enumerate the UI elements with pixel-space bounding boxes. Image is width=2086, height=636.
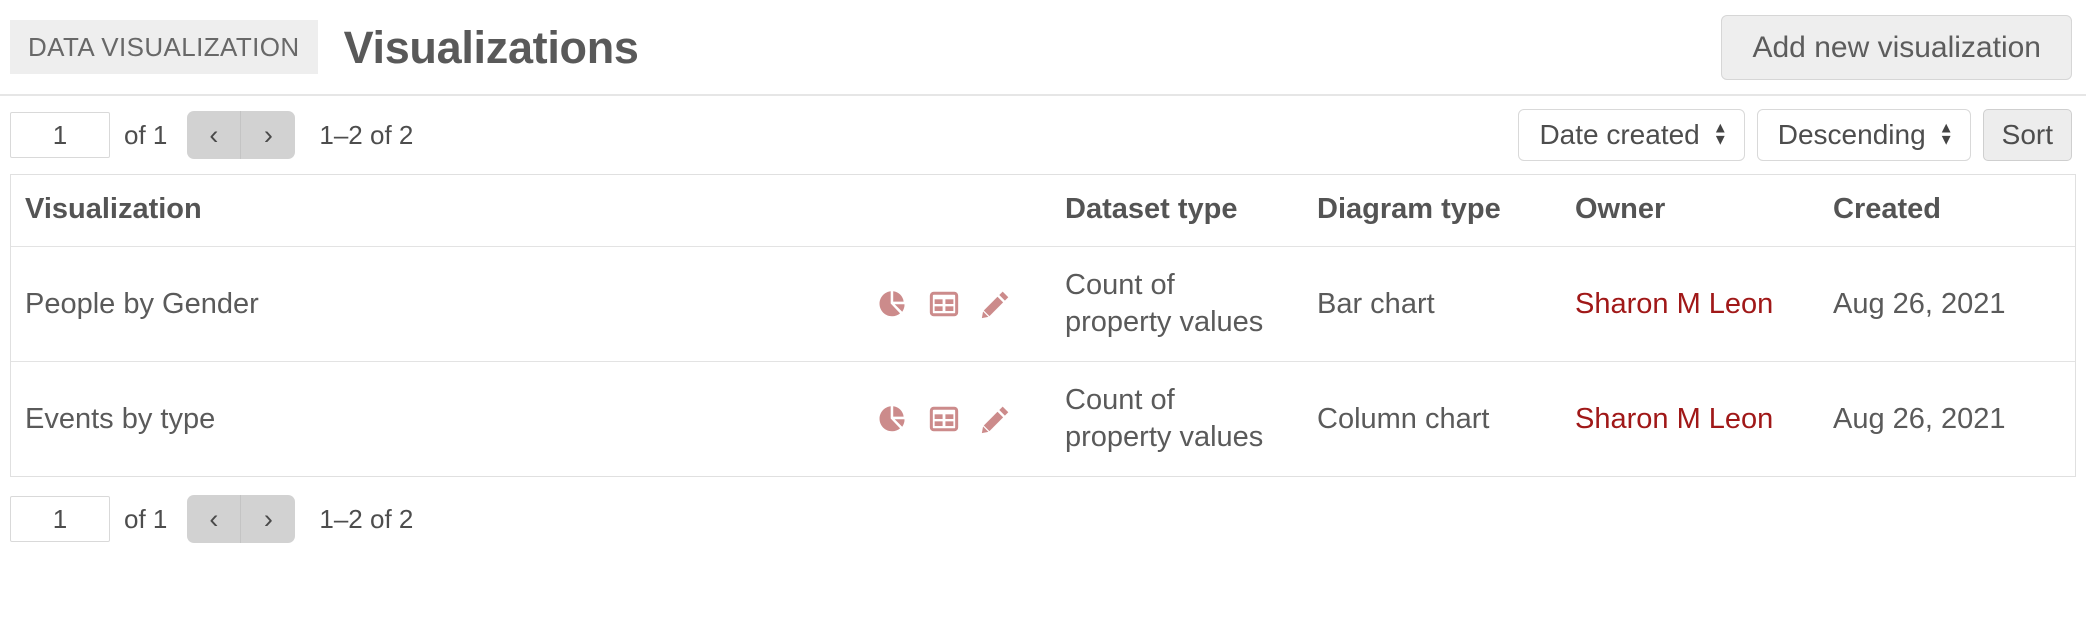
cell-owner: Sharon M Leon xyxy=(1561,362,1819,477)
cell-diagram-type: Column chart xyxy=(1317,402,1490,435)
sort-by-value: Date created xyxy=(1539,119,1700,150)
sorting-controls: Date created ▲ ▼ Descending ▲ ▼ Sort xyxy=(1518,109,2072,161)
page-count-label-bottom: of 1 xyxy=(124,503,168,534)
sort-direction-value: Descending xyxy=(1777,119,1926,150)
dataset-type-value: Count of property values xyxy=(1065,269,1264,339)
page-range-label-top: 1–2 of 2 xyxy=(319,119,414,150)
list-controls-top: of 1 ‹ › 1–2 of 2 Date created ▲▼ Descen… xyxy=(0,96,2086,174)
row-actions xyxy=(875,402,1013,436)
pagination-top: of 1 ‹ › 1–2 of 2 xyxy=(10,111,413,159)
add-new-visualization-button[interactable]: Add new visualization xyxy=(1721,14,2072,80)
visualizations-table: Visualization Dataset type Diagram type … xyxy=(11,175,2075,476)
visualization-name-link[interactable]: Events by type xyxy=(25,403,215,436)
next-page-button-top[interactable]: › xyxy=(241,111,296,159)
pie-chart-icon[interactable] xyxy=(875,287,909,321)
cell-dataset-type: Count of property values xyxy=(1051,362,1303,477)
column-header-diagram-type: Diagram type xyxy=(1303,175,1561,247)
table-head: Visualization Dataset type Diagram type … xyxy=(11,175,2075,247)
page-number-input-bottom[interactable] xyxy=(10,496,110,543)
column-header-dataset-type: Dataset type xyxy=(1051,175,1303,247)
table-header-row: Visualization Dataset type Diagram type … xyxy=(11,175,2075,247)
page-range-label-bottom: 1–2 of 2 xyxy=(319,503,414,534)
cell-owner: Sharon M Leon xyxy=(1561,246,1819,363)
sort-by-select[interactable]: Date created ▲ ▼ xyxy=(1518,109,1745,161)
cell-dataset-type: Count of property values xyxy=(1051,246,1303,363)
owner-link[interactable]: Sharon M Leon xyxy=(1575,288,1773,320)
column-header-owner: Owner xyxy=(1561,175,1819,247)
cell-created: Aug 26, 2021 xyxy=(1833,402,2006,435)
breadcrumb: DATA VISUALIZATION xyxy=(10,20,318,74)
pencil-icon[interactable] xyxy=(979,402,1013,436)
cell-visualization: Events by type xyxy=(11,362,1051,477)
table-body: People by Gender Count of property value… xyxy=(11,246,2075,477)
pager-group-bottom: ‹ › xyxy=(187,495,296,544)
header-actions: Add new visualization xyxy=(1721,14,2072,80)
visualization-name-link[interactable]: People by Gender xyxy=(25,288,259,321)
next-page-button-bottom[interactable]: › xyxy=(241,495,296,544)
sort-direction-select[interactable]: Descending ▲ ▼ xyxy=(1756,109,1971,161)
dataset-type-value: Count of property values xyxy=(1065,384,1264,454)
previous-page-button-bottom[interactable]: ‹ xyxy=(187,495,242,544)
table-icon[interactable] xyxy=(927,287,961,321)
pagination-bottom: of 1 ‹ › 1–2 of 2 xyxy=(10,495,414,544)
cell-visualization: People by Gender xyxy=(11,246,1051,363)
table-row: Events by type Count of property values … xyxy=(11,362,2075,477)
previous-page-button-top[interactable]: ‹ xyxy=(187,111,242,159)
page-number-input-top[interactable] xyxy=(10,112,110,158)
pager-group-top: ‹ › xyxy=(187,111,296,159)
list-controls-bottom: of 1 ‹ › 1–2 of 2 xyxy=(0,477,2086,561)
stepper-arrows-icon: ▲ ▼ xyxy=(1938,119,1954,149)
page-count-label-top: of 1 xyxy=(124,119,168,150)
page-header: DATA VISUALIZATION Visualizations Add ne… xyxy=(0,0,2086,96)
table-row: People by Gender Count of property value… xyxy=(11,246,2075,363)
cell-diagram-type: Bar chart xyxy=(1303,246,1561,363)
column-header-created: Created xyxy=(1819,175,2075,247)
sort-button[interactable]: Sort xyxy=(1982,109,2072,161)
owner-link[interactable]: Sharon M Leon xyxy=(1575,403,1773,435)
visualizations-table-container: Visualization Dataset type Diagram type … xyxy=(10,174,2076,478)
pie-chart-icon[interactable] xyxy=(875,402,909,436)
column-header-visualization: Visualization xyxy=(11,175,1051,247)
stepper-arrows-icon: ▲ ▼ xyxy=(1712,119,1728,149)
row-actions xyxy=(875,287,1013,321)
pencil-icon[interactable] xyxy=(979,287,1013,321)
table-icon[interactable] xyxy=(927,402,961,436)
cell-created: Aug 26, 2021 xyxy=(1819,246,2075,363)
page-title: Visualizations xyxy=(343,21,639,73)
